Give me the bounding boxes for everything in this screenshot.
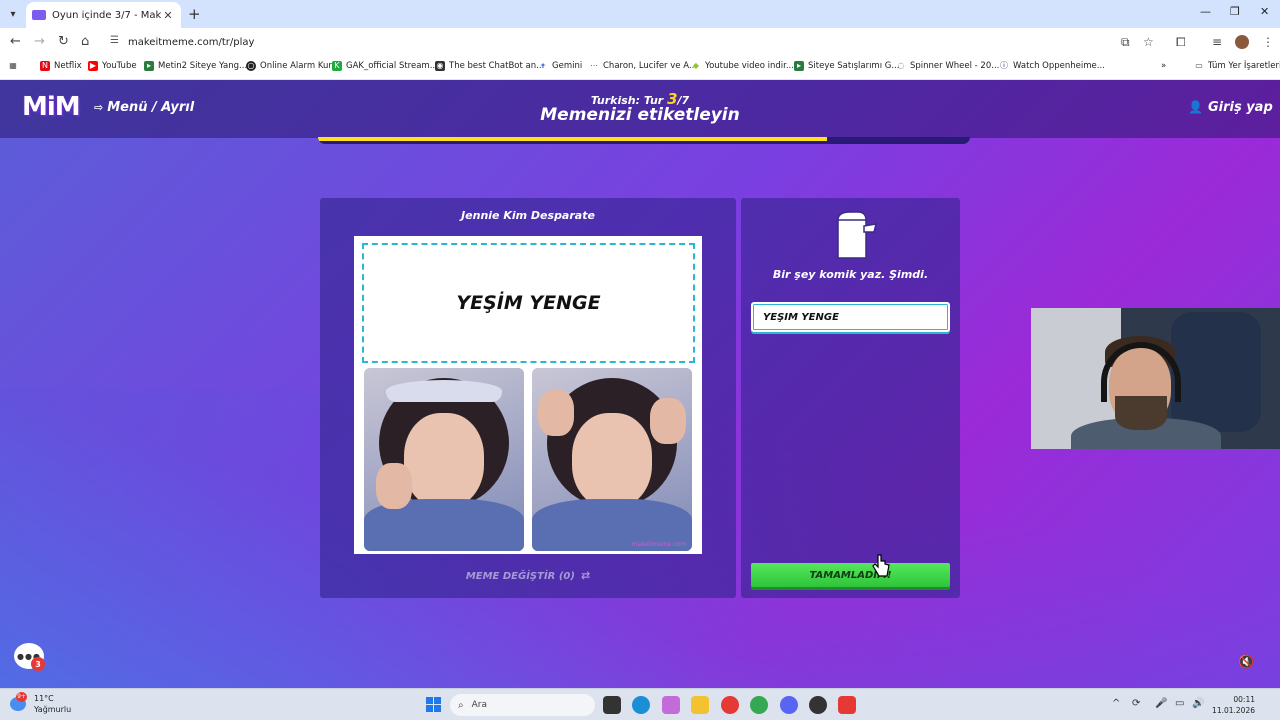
youtube-music-icon[interactable]: [721, 696, 739, 714]
bookmark-chatbot[interactable]: ◉ The best ChatBot an...: [435, 61, 544, 71]
webcam-overlay: [1031, 308, 1280, 449]
bookmark-gemini[interactable]: ✦ Gemini: [538, 61, 583, 71]
round-progress-bar: [318, 137, 970, 144]
extensions-icon[interactable]: ⧠: [1176, 35, 1186, 50]
profile-avatar[interactable]: [1235, 35, 1249, 49]
recorder-icon[interactable]: [838, 696, 856, 714]
minimize-icon[interactable]: —: [1200, 5, 1211, 18]
obs-icon[interactable]: [809, 696, 827, 714]
game-header: MiM ⇨ Menü / Ayrıl Turkish: Tur 3/7 Memen…: [0, 80, 1280, 138]
bookmark-netflix[interactable]: N Netflix: [40, 61, 82, 71]
bookmark-gak[interactable]: K GAK_official Stream...: [332, 61, 438, 71]
bookmark-metin2[interactable]: ▸ Metin2 Siteye Yang...: [144, 61, 247, 71]
all-bookmarks-folder[interactable]: ▭ Tüm Yer İşaretleri: [1194, 61, 1280, 71]
pointer-hand-icon: [872, 554, 890, 577]
bookmark-youtube[interactable]: ▶ YouTube: [88, 61, 137, 71]
taskbar-search[interactable]: ⌕ Ara: [450, 694, 595, 716]
meme-title: Jennie Kim Desparate: [461, 209, 595, 222]
start-windows-icon[interactable]: [426, 697, 441, 712]
home-icon[interactable]: ⌂: [81, 34, 89, 49]
address-bar[interactable]: ☰ makeitmeme.com/tr/play: [104, 31, 1164, 53]
caption-input[interactable]: [751, 302, 950, 332]
weather-icon: 9+: [10, 692, 27, 711]
bookmark-oppenheimer[interactable]: ⓘ Watch Oppenheime...: [999, 61, 1105, 71]
back-arrow-icon[interactable]: ←: [10, 34, 21, 49]
media-controls-icon[interactable]: ≡: [1212, 35, 1222, 49]
tab-close-icon[interactable]: ✕: [161, 9, 175, 22]
game-page: MiM ⇨ Menü / Ayrıl Turkish: Tur 3/7 Memen…: [0, 80, 1280, 688]
forward-arrow-icon[interactable]: →: [34, 34, 45, 49]
bookmark-charon[interactable]: ⋯ Charon, Lucifer ve A...: [589, 61, 697, 71]
tab-list-chevron-icon[interactable]: ▾: [4, 5, 22, 23]
weather-temp: 11°C: [34, 694, 54, 703]
weather-widget[interactable]: 9+ 11°C Yağmurlu: [10, 692, 72, 715]
meme-caption-box[interactable]: YEŞİM YENGE: [362, 243, 695, 363]
bookmarks-overflow-icon[interactable]: »: [1161, 61, 1166, 71]
browser-tab-active[interactable]: Oyun içinde 3/7 - Make it Meme ✕: [26, 2, 181, 28]
tab-favicon-icon: [32, 10, 46, 20]
swap-icon: ⇄: [580, 569, 591, 582]
meme-watermark: makeitmeme.com: [631, 541, 686, 548]
search-icon: ⌕: [458, 699, 464, 711]
meme-photo-right: makeitmeme.com: [532, 368, 692, 551]
site-info-icon[interactable]: ☰: [110, 35, 119, 46]
install-app-icon[interactable]: ⧉: [1121, 35, 1130, 50]
restore-icon[interactable]: ❐: [1230, 5, 1240, 18]
bookmarks-bar: ▦ N Netflix ▶ YouTube ▸ Metin2 Siteye Yang.…: [0, 56, 1280, 80]
page-headline: Memenizi etiketleyin: [540, 105, 740, 125]
bookmark-alarm[interactable]: ○ Online Alarm Kur: [246, 61, 332, 71]
login-link[interactable]: 👤 Giriş yap: [1188, 100, 1273, 115]
address-url: makeitmeme.com/tr/play: [128, 36, 255, 48]
network-icon[interactable]: ▭: [1175, 698, 1184, 709]
done-button[interactable]: TAMAMLADIM!: [751, 563, 950, 587]
chat-unread-badge: 3: [31, 657, 45, 671]
apps-grid-icon[interactable]: ▦: [8, 61, 22, 71]
chrome-icon[interactable]: [750, 696, 768, 714]
volume-icon[interactable]: 🔊: [1192, 698, 1204, 709]
user-icon: 👤: [1188, 100, 1203, 114]
meme-photo-left: [364, 368, 524, 551]
windows-taskbar: 9+ 11°C Yağmurlu ⌕ Ara ^ ⟳ 🎤 ▭ 🔊 00:11 1…: [0, 688, 1280, 720]
sound-muted-icon[interactable]: 🔇: [1238, 655, 1254, 670]
chat-button[interactable]: ●●● 3: [14, 643, 46, 673]
tray-overflow-icon[interactable]: ^: [1112, 698, 1120, 709]
tab-title: Oyun içinde 3/7 - Make it Meme: [52, 9, 161, 21]
weather-desc: Yağmurlu: [34, 705, 72, 714]
caption-panel: Bir şey komik yaz. Şimdi. TAMAMLADIM!: [741, 198, 960, 598]
mascot-icon: [837, 211, 878, 259]
copilot-icon[interactable]: [662, 696, 680, 714]
task-view-icon[interactable]: [603, 696, 621, 714]
discord-icon[interactable]: [780, 696, 798, 714]
meme-panel: Jennie Kim Desparate YEŞİM YENGE makeitm…: [320, 198, 736, 598]
browser-menu-icon[interactable]: ⋮: [1262, 35, 1274, 49]
microphone-icon[interactable]: 🎤: [1155, 698, 1167, 709]
bookmark-star-icon[interactable]: ☆: [1143, 35, 1154, 49]
bookmark-youtube-indir[interactable]: ◆ Youtube video indir...: [691, 61, 794, 71]
round-progress-fill: [318, 137, 827, 141]
bookmark-satislar[interactable]: ▸ Siteye Satışlarımı G...: [794, 61, 899, 71]
edge-icon[interactable]: [632, 696, 650, 714]
browser-tabstrip: ▾ Oyun içinde 3/7 - Make it Meme ✕ + — ❐…: [0, 0, 1280, 28]
bookmark-spinner[interactable]: ◌ Spinner Wheel - 20...: [896, 61, 1000, 71]
browser-toolbar: ← → ↻ ⌂ ☰ makeitmeme.com/tr/play ⧉ ☆ ⧠ ≡…: [0, 28, 1280, 56]
sync-icon[interactable]: ⟳: [1132, 698, 1140, 709]
taskbar-clock[interactable]: 00:11 11.01.2026: [1210, 694, 1255, 716]
caption-prompt: Bir şey komik yaz. Şimdi.: [772, 268, 929, 281]
new-tab-plus-icon[interactable]: +: [188, 5, 201, 23]
meme-canvas: YEŞİM YENGE makeitmeme.com: [354, 236, 702, 554]
file-explorer-icon[interactable]: [691, 696, 709, 714]
reload-icon[interactable]: ↻: [58, 34, 69, 49]
change-meme-button[interactable]: MEME DEĞİŞTİR (0) ⇄: [320, 569, 736, 582]
window-close-icon[interactable]: ✕: [1260, 5, 1269, 18]
